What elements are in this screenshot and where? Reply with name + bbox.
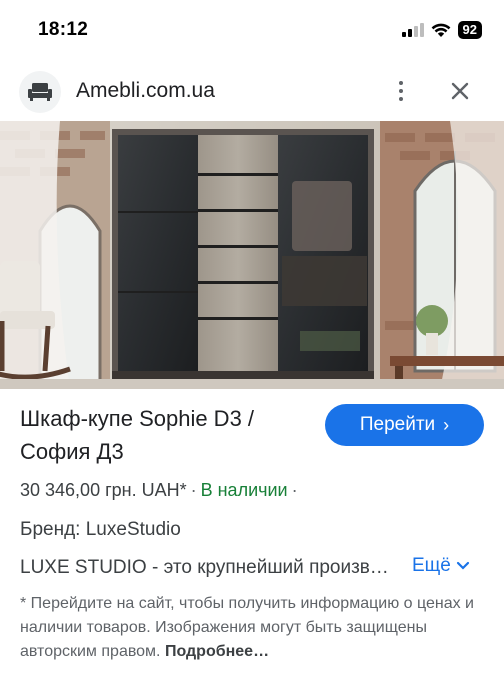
signal-icon xyxy=(401,23,424,37)
visit-button[interactable]: Перейти › xyxy=(325,404,484,446)
disclaimer-more-link[interactable]: Подробнее… xyxy=(165,643,269,660)
disclaimer: * Перейдите на сайт, чтобы получить инфо… xyxy=(20,592,480,664)
close-icon[interactable] xyxy=(446,77,474,105)
site-logo[interactable] xyxy=(19,71,61,113)
chevron-down-icon xyxy=(456,561,469,570)
wifi-icon xyxy=(431,23,450,37)
more-label: Ещё xyxy=(412,555,451,576)
separator: · xyxy=(291,480,298,500)
visit-button-label: Перейти xyxy=(359,414,436,435)
description: LUXE STUDIO - это крупнейший производите… xyxy=(20,557,395,578)
more-vert-icon[interactable] xyxy=(389,77,413,105)
site-name[interactable]: Amebli.com.ua xyxy=(76,79,215,103)
wardrobe-photo xyxy=(0,121,504,389)
more-button[interactable]: Ещё xyxy=(412,555,470,577)
chevron-right-icon: › xyxy=(443,414,450,435)
availability: В наличии xyxy=(200,480,288,500)
status-time: 18:12 xyxy=(38,19,89,40)
battery-icon: 92 xyxy=(457,21,482,39)
product-title[interactable]: Шкаф-купе Sophie D3 / София Д3 xyxy=(20,402,320,468)
status-bar: 18:12 92 xyxy=(0,0,504,60)
price-line: 30 346,00 грн. UAH* · В наличии · xyxy=(20,480,302,501)
sofa-icon xyxy=(28,83,52,101)
price: 30 346,00 грн. UAH* xyxy=(20,480,187,500)
brand: Бренд: LuxeStudio xyxy=(20,519,181,540)
separator: · xyxy=(190,480,197,500)
status-icons: 92 xyxy=(401,19,482,41)
site-header: Amebli.com.ua xyxy=(0,68,504,114)
product-image[interactable] xyxy=(0,121,504,389)
